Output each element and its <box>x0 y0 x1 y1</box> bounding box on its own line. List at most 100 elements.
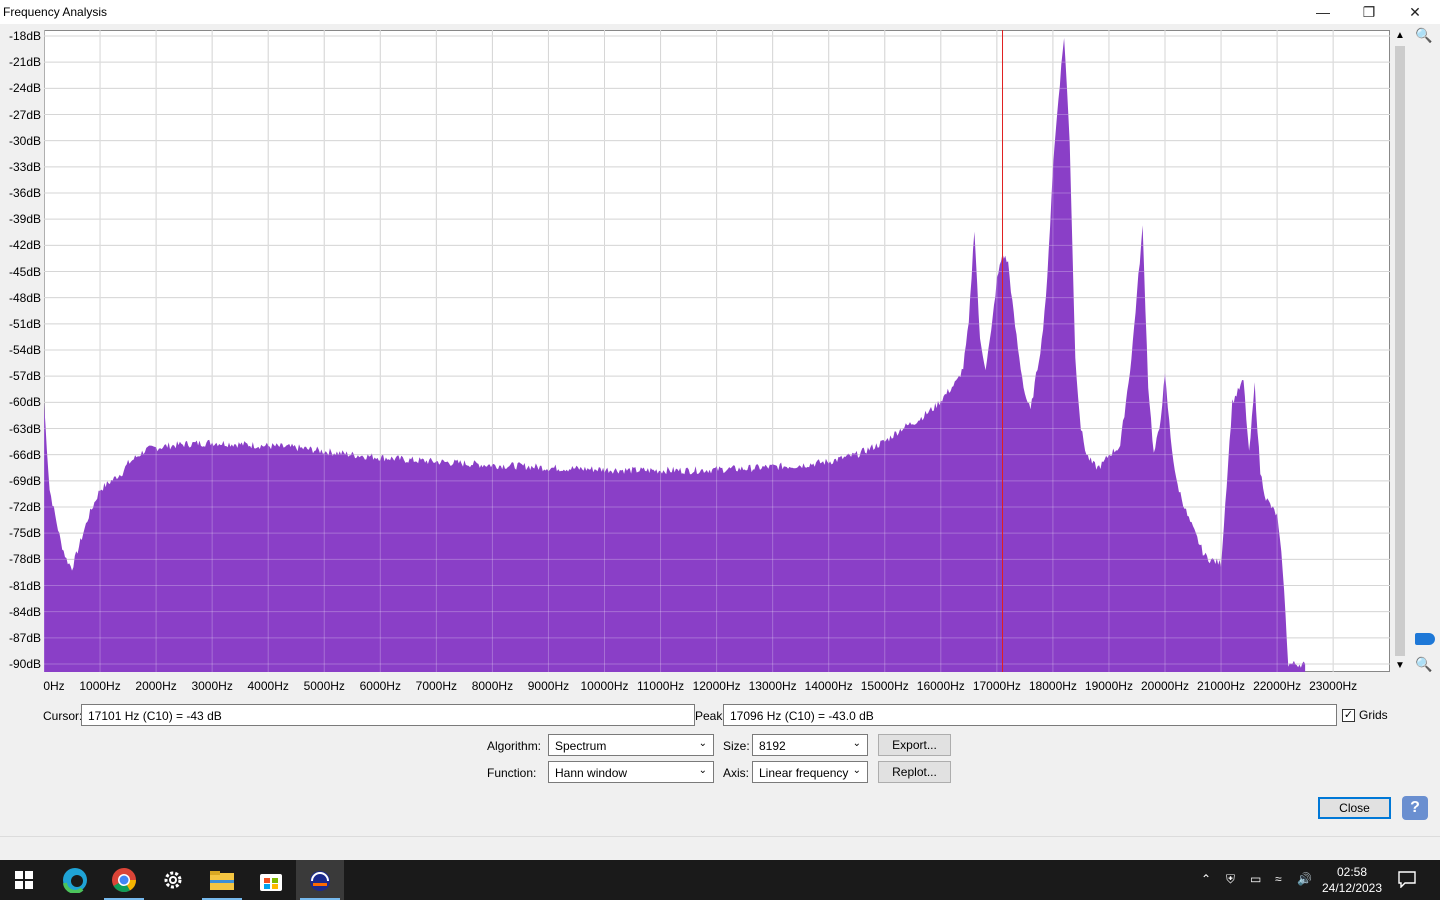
x-tick-label: 12000Hz <box>692 679 741 693</box>
security-shield-icon[interactable]: ⛨ <box>1226 872 1235 887</box>
size-value: 8192 <box>759 739 786 753</box>
x-tick-label: 23000Hz <box>1309 679 1358 693</box>
size-label: Size: <box>723 739 750 753</box>
y-tick-label: -63dB <box>8 421 41 436</box>
y-tick-label: -45dB <box>8 264 41 279</box>
x-tick-label: 17000Hz <box>972 679 1021 693</box>
x-tick-label: 14000Hz <box>804 679 853 693</box>
volume-icon[interactable]: 🔊 <box>1297 872 1312 886</box>
y-tick-label: -51dB <box>8 316 41 331</box>
store-icon[interactable] <box>247 860 295 900</box>
x-tick-label: 16000Hz <box>916 679 965 693</box>
function-label: Function: <box>487 766 537 780</box>
chevron-down-icon: ⌄ <box>852 738 861 749</box>
y-tick-label: -18dB <box>8 29 41 43</box>
y-tick-label: -48dB <box>8 290 41 305</box>
x-tick-label: 4000Hz <box>247 679 289 693</box>
minimize-button[interactable]: — <box>1300 0 1346 24</box>
clock[interactable]: 02:58 24/12/2023 <box>1318 864 1386 896</box>
axis-label: Axis: <box>723 766 750 780</box>
restore-button[interactable]: ❐ <box>1346 0 1392 24</box>
algorithm-select[interactable]: Spectrum ⌄ <box>548 734 714 756</box>
chrome-icon[interactable] <box>100 860 148 900</box>
y-tick-label: -54dB <box>8 343 41 357</box>
notifications-icon[interactable] <box>1398 870 1416 891</box>
x-tick-label: 15000Hz <box>860 679 909 693</box>
scroll-track[interactable] <box>1395 46 1405 656</box>
axis-value: Linear frequency <box>759 766 849 780</box>
zoom-in-icon[interactable]: 🔍 <box>1414 27 1434 47</box>
status-bar <box>0 836 1440 860</box>
grids-checkbox[interactable]: ✓ <box>1342 708 1355 722</box>
x-tick-label: 0Hz <box>43 679 65 693</box>
edge-icon[interactable] <box>51 860 99 900</box>
chevron-down-icon: ⌄ <box>698 765 707 776</box>
y-tick-label: -21dB <box>8 55 41 70</box>
audacity-icon[interactable] <box>296 860 344 900</box>
chevron-down-icon: ⌄ <box>698 738 707 749</box>
settings-gear-icon[interactable] <box>149 860 197 900</box>
y-tick-label: -78dB <box>8 552 41 567</box>
y-tick-label: -84dB <box>8 604 41 619</box>
close-window-button[interactable]: ✕ <box>1392 0 1438 24</box>
size-select[interactable]: 8192 ⌄ <box>752 734 868 756</box>
y-tick-label: -24dB <box>8 81 41 96</box>
cursor-readout: 17101 Hz (C10) = -43 dB <box>81 704 695 726</box>
y-tick-label: -57dB <box>8 369 41 384</box>
start-icon[interactable] <box>0 860 48 900</box>
axis-select[interactable]: Linear frequency ⌄ <box>752 761 868 783</box>
battery-icon[interactable]: ▭ <box>1250 872 1261 886</box>
y-tick-label: -27dB <box>8 107 41 122</box>
file-explorer-icon[interactable] <box>198 860 246 900</box>
x-tick-label: 11000Hz <box>636 679 685 693</box>
y-tick-label: -90dB <box>8 657 41 671</box>
y-tick-label: -87dB <box>8 630 41 645</box>
taskbar: ⌃ ⛨ ▭ ≈ 🔊 02:58 24/12/2023 <box>0 860 1440 900</box>
y-tick-label: -66dB <box>8 447 41 462</box>
x-tick-label: 5000Hz <box>303 679 345 693</box>
y-tick-label: -72dB <box>8 500 41 514</box>
y-tick-label: -69dB <box>8 473 41 488</box>
algorithm-value: Spectrum <box>555 739 607 753</box>
close-button[interactable]: Close <box>1318 797 1391 819</box>
y-tick-label: -75dB <box>8 526 41 541</box>
spectrum-series-0 <box>44 38 1306 672</box>
x-tick-label: 18000Hz <box>1028 679 1077 693</box>
scroll-down-icon[interactable]: ▼ <box>1395 660 1405 671</box>
grids-toggle[interactable]: ✓ Grids <box>1342 708 1388 722</box>
zoom-out-icon[interactable]: 🔍 <box>1414 656 1434 676</box>
x-tick-label: 22000Hz <box>1253 679 1302 693</box>
x-tick-label: 21000Hz <box>1197 679 1246 693</box>
x-tick-label: 13000Hz <box>748 679 797 693</box>
vertical-scrollbar[interactable]: ▲ ▼ <box>1392 30 1408 672</box>
y-tick-label: -30dB <box>8 133 41 148</box>
y-tick-label: -81dB <box>8 578 41 593</box>
help-button[interactable]: ? <box>1402 796 1428 820</box>
x-tick-label: 20000Hz <box>1140 679 1190 693</box>
export-button[interactable]: Export... <box>878 734 951 756</box>
x-tick-label: 19000Hz <box>1084 679 1133 693</box>
x-tick-label: 9000Hz <box>527 679 570 693</box>
y-tick-label: -33dB <box>8 159 41 174</box>
chevron-up-icon[interactable]: ⌃ <box>1201 872 1211 886</box>
grids-label: Grids <box>1359 708 1388 722</box>
window-title: Frequency Analysis <box>3 5 108 19</box>
wifi-icon[interactable]: ≈ <box>1275 872 1282 886</box>
x-tick-label: 10000Hz <box>580 679 629 693</box>
y-tick-label: -42dB <box>8 238 41 253</box>
spectrum-chart[interactable] <box>44 30 1390 672</box>
x-tick-label: 2000Hz <box>135 679 177 693</box>
clock-time: 02:58 <box>1336 865 1368 879</box>
function-select[interactable]: Hann window ⌄ <box>548 761 714 783</box>
replot-button[interactable]: Replot... <box>878 761 951 783</box>
clock-date: 24/12/2023 <box>1321 881 1383 895</box>
zoom-slider-thumb[interactable] <box>1415 633 1435 645</box>
peak-readout: 17096 Hz (C10) = -43.0 dB <box>723 704 1337 726</box>
y-tick-label: -60dB <box>8 395 41 410</box>
x-tick-label: 1000Hz <box>79 679 121 693</box>
y-tick-label: -39dB <box>8 212 41 227</box>
x-tick-label: 7000Hz <box>415 679 458 693</box>
x-tick-label: 8000Hz <box>471 679 514 693</box>
scroll-up-icon[interactable]: ▲ <box>1395 30 1405 41</box>
cursor-label: Cursor: <box>43 709 83 723</box>
